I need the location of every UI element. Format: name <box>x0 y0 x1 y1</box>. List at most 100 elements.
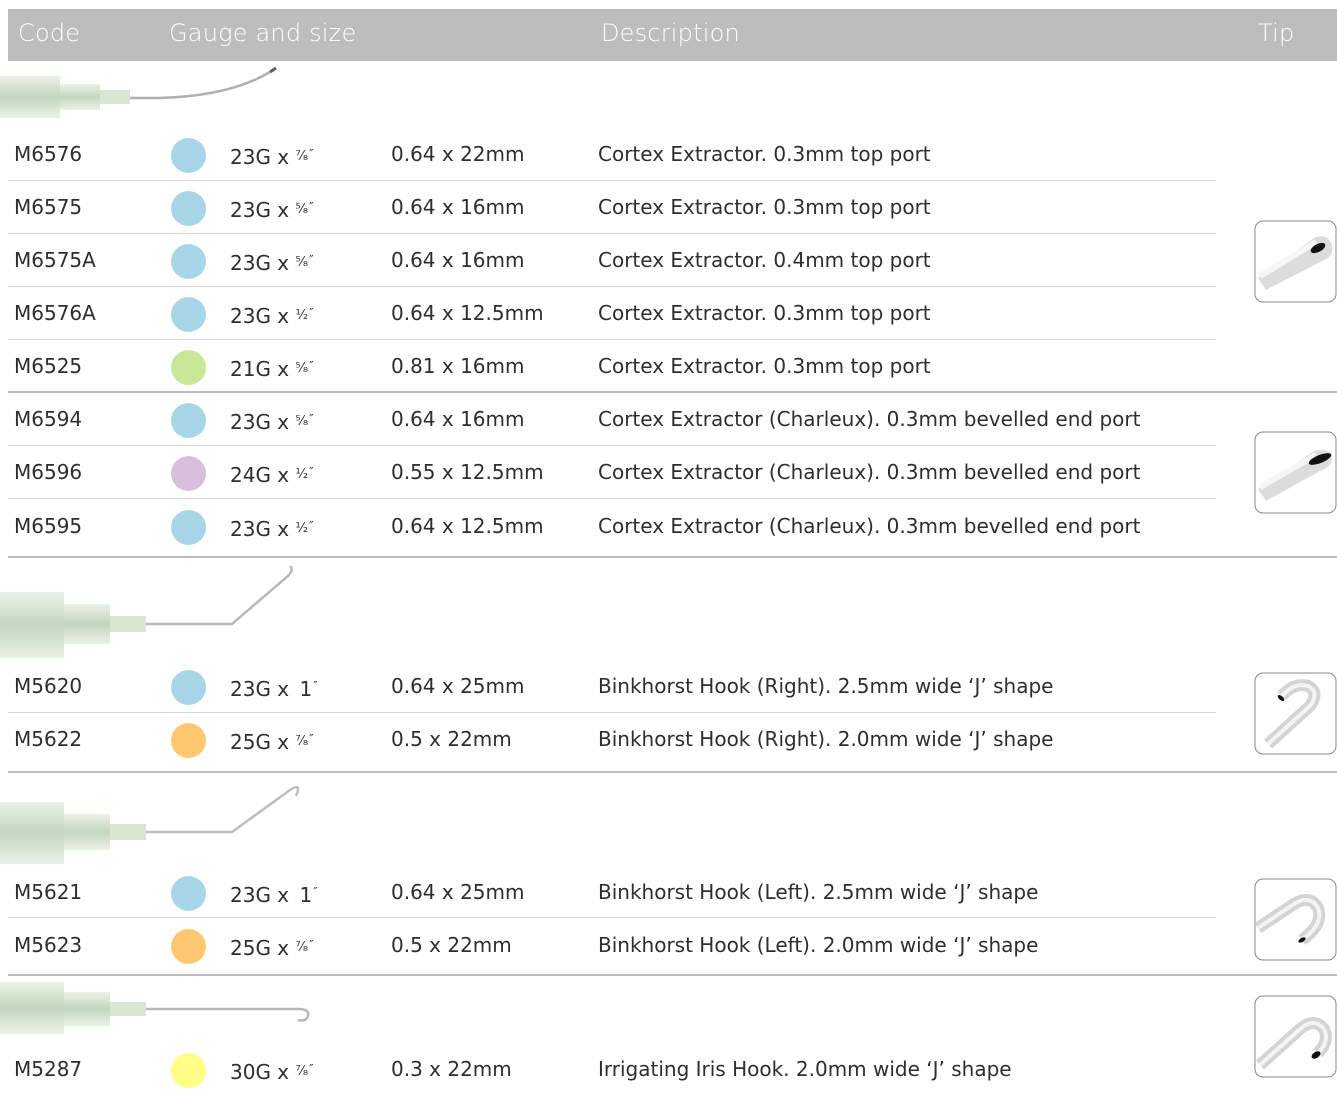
table-row: M6596 24G x ¹⁄₂″ 0.55 x 12.5mm Cortex Extra… <box>0 446 1337 499</box>
gauge-text: 23G x <box>230 251 296 275</box>
inch-mark: ″ <box>313 885 318 899</box>
gauge-value: 23G x ⁷⁄₈″ <box>230 128 314 184</box>
row-divider <box>8 445 1216 446</box>
gauge-value: 23G x ⁵⁄₈″ <box>230 181 314 237</box>
binkhorst-right-needle-illustration <box>0 565 293 658</box>
gauge-value: 24G x ¹⁄₂″ <box>230 446 314 502</box>
description: Binkhorst Hook (Left). 2.5mm wide ‘J’ sh… <box>598 880 1039 904</box>
description: Cortex Extractor. 0.4mm top port <box>598 248 931 272</box>
gauge-color-dot <box>171 723 206 758</box>
gauge-fraction: ⁵⁄₈ <box>295 202 309 217</box>
description: Binkhorst Hook (Right). 2.0mm wide ‘J’ s… <box>598 727 1054 751</box>
description: Cortex Extractor. 0.3mm top port <box>598 301 931 325</box>
size-value: 0.5 x 22mm <box>391 933 512 957</box>
group-divider <box>8 771 1337 773</box>
product-code: M5622 <box>14 727 83 751</box>
gauge-text: 23G x <box>230 517 296 541</box>
gauge-value: 23G x ¹⁄₂″ <box>230 500 314 556</box>
table-row: M6575 23G x ⁵⁄₈″ 0.64 x 16mm Cortex Extract… <box>0 181 1337 234</box>
product-code: M6576 <box>14 142 83 166</box>
product-code: M5287 <box>14 1057 83 1081</box>
gauge-color-dot <box>171 244 206 279</box>
gauge-fraction: ⁷⁄₈ <box>295 1064 309 1079</box>
table-row: M6595 23G x ¹⁄₂″ 0.64 x 12.5mm Cortex Extra… <box>0 500 1337 553</box>
size-value: 0.81 x 16mm <box>391 354 525 378</box>
gauge-text: 23G x <box>230 198 296 222</box>
size-value: 0.64 x 12.5mm <box>391 301 544 325</box>
inch-mark: ″ <box>309 1062 314 1076</box>
gauge-color-dot <box>171 876 206 911</box>
gauge-color-dot <box>171 929 206 964</box>
gauge-text: 25G x <box>230 936 296 960</box>
table-row: M6576A 23G x ¹⁄₂″ 0.64 x 12.5mm Cortex Extr… <box>0 287 1337 340</box>
gauge-text: 23G x <box>230 883 296 907</box>
gauge-text: 23G x <box>230 410 296 434</box>
table-row: M6594 23G x ⁵⁄₈″ 0.64 x 16mm Cortex Extract… <box>0 393 1337 446</box>
inch-mark: ″ <box>309 253 314 267</box>
inch-mark: ″ <box>309 465 314 479</box>
gauge-value: 23G x 1″ <box>230 866 318 922</box>
row-divider <box>8 286 1216 287</box>
description: Cortex Extractor (Charleux). 0.3mm bevel… <box>598 514 1141 538</box>
gauge-value: 23G x 1″ <box>230 660 318 716</box>
inch-mark: ″ <box>309 519 314 533</box>
header-gauge: Gauge and size <box>169 19 357 47</box>
table-row: M6525 21G x ⁵⁄₈″ 0.81 x 16mm Cortex Extract… <box>0 340 1337 393</box>
inch-mark: ″ <box>309 200 314 214</box>
gauge-fraction: ¹⁄₂ <box>295 521 309 536</box>
product-code: M6594 <box>14 407 83 431</box>
row-divider <box>8 917 1216 918</box>
description: Cortex Extractor. 0.3mm top port <box>598 142 931 166</box>
size-value: 0.64 x 22mm <box>391 142 525 166</box>
inch-mark: ″ <box>309 147 314 161</box>
gauge-value: 23G x ⁵⁄₈″ <box>230 393 314 449</box>
gauge-fraction: ⁷⁄₈ <box>295 734 309 749</box>
size-value: 0.64 x 25mm <box>391 880 525 904</box>
gauge-value: 25G x ⁷⁄₈″ <box>230 713 314 769</box>
size-value: 0.64 x 16mm <box>391 407 525 431</box>
row-divider <box>8 498 1216 499</box>
size-value: 0.3 x 22mm <box>391 1057 512 1081</box>
description: Binkhorst Hook (Left). 2.0mm wide ‘J’ sh… <box>598 933 1039 957</box>
inch-mark: ″ <box>309 732 314 746</box>
row-divider <box>8 233 1216 234</box>
product-code: M5620 <box>14 674 83 698</box>
gauge-value: 23G x ¹⁄₂″ <box>230 287 314 343</box>
j-hook-left-tip-icon <box>1254 878 1337 961</box>
gauge-fraction: ⁷⁄₈ <box>295 940 309 955</box>
product-code: M5621 <box>14 880 83 904</box>
table-header: Code Gauge and size Description Tip <box>8 9 1337 61</box>
inch-mark: ″ <box>313 679 318 693</box>
gauge-color-dot <box>171 403 206 438</box>
description: Irrigating Iris Hook. 2.0mm wide ‘J’ sha… <box>598 1057 1012 1081</box>
description: Cortex Extractor. 0.3mm top port <box>598 195 931 219</box>
gauge-color-dot <box>171 138 206 173</box>
gauge-fraction: ⁵⁄₈ <box>295 361 309 376</box>
size-value: 0.55 x 12.5mm <box>391 460 544 484</box>
description: Cortex Extractor (Charleux). 0.3mm bevel… <box>598 407 1141 431</box>
size-value: 0.64 x 25mm <box>391 674 525 698</box>
size-value: 0.5 x 22mm <box>391 727 512 751</box>
gauge-text: 21G x <box>230 357 296 381</box>
product-code: M6595 <box>14 514 83 538</box>
description: Cortex Extractor (Charleux). 0.3mm bevel… <box>598 460 1141 484</box>
gauge-fraction: ¹⁄₂ <box>295 308 309 323</box>
j-hook-right-tip-icon <box>1254 672 1337 755</box>
product-code: M6596 <box>14 460 83 484</box>
gauge-value: 21G x ⁵⁄₈″ <box>230 340 314 396</box>
product-code: M6575A <box>14 248 96 272</box>
table-row: M5621 23G x 1″ 0.64 x 25mm Binkhorst Hook (… <box>0 866 1337 919</box>
inch-mark: ″ <box>309 306 314 320</box>
size-value: 0.64 x 16mm <box>391 195 525 219</box>
table-row: M6575A 23G x ⁵⁄₈″ 0.64 x 16mm Cortex Extrac… <box>0 234 1337 287</box>
gauge-color-dot <box>171 350 206 385</box>
product-code: M6576A <box>14 301 96 325</box>
gauge-text: 23G x <box>230 145 296 169</box>
inch-mark: ″ <box>309 359 314 373</box>
inch-mark: ″ <box>309 938 314 952</box>
iris-hook-tip-icon <box>1254 995 1337 1078</box>
product-code: M6525 <box>14 354 83 378</box>
gauge-fraction: ¹⁄₂ <box>295 467 309 482</box>
table-row: M5287 30G x ⁷⁄₈″ 0.3 x 22mm Irrigating Iris… <box>0 1043 1337 1096</box>
gauge-value: 25G x ⁷⁄₈″ <box>230 919 314 975</box>
